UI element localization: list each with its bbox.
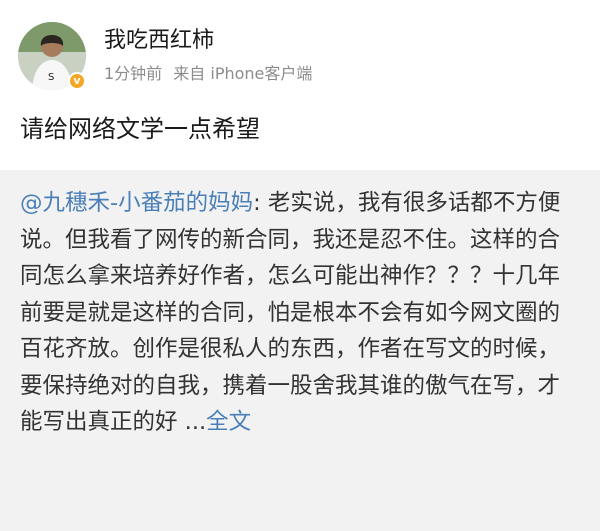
post-header: S v 我吃西红柿 1分钟前 来自 iPhone客户端 [18, 22, 582, 92]
repost-card[interactable]: @九穗禾-小番茄的妈妈: 老实说，我有很多话都不方便说。但我看了网传的新合同，我… [0, 170, 600, 531]
post-content: 请给网络文学一点希望 [20, 115, 260, 143]
weibo-post: S v 我吃西红柿 1分钟前 来自 iPhone客户端 请给网络文学一点希望 @… [0, 0, 600, 531]
repost-text: : 老实说，我有很多话都不方便说。但我看了网传的新合同，我还是忍不住。这样的合同… [20, 190, 561, 435]
repost-text-block: @九穗禾-小番茄的妈妈: 老实说，我有很多话都不方便说。但我看了网传的新合同，我… [20, 185, 575, 441]
full-text-link[interactable]: 全文 [206, 409, 251, 435]
post-source: 来自 iPhone客户端 [173, 64, 313, 83]
ellipsis: ... [177, 409, 207, 435]
post-meta: 1分钟前 来自 iPhone客户端 [104, 64, 312, 84]
post-time: 1分钟前 [104, 64, 163, 83]
username[interactable]: 我吃西红柿 [104, 28, 214, 54]
mention-link[interactable]: @九穗禾-小番茄的妈妈 [20, 190, 253, 216]
verified-badge-icon: v [68, 72, 86, 90]
svg-text:S: S [48, 72, 54, 83]
